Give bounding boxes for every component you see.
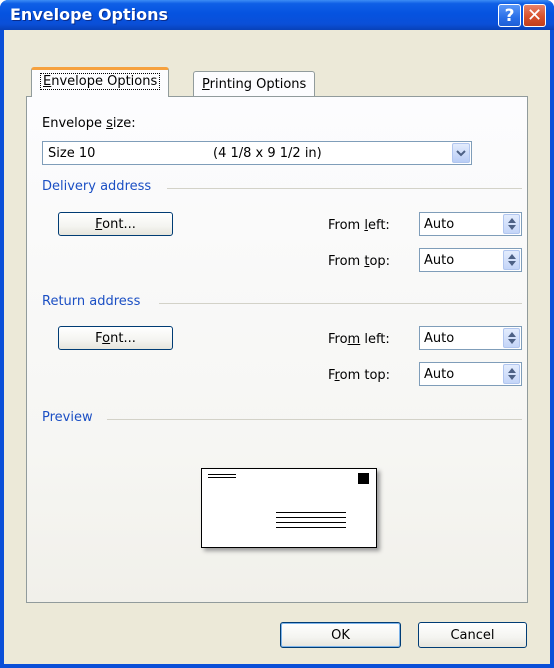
cancel-label: Cancel [450, 627, 495, 643]
spin-down-arrow-icon[interactable] [508, 339, 516, 344]
envelope-size-label: Envelope size: [42, 116, 136, 131]
dialog-window: Envelope Options ? ✕ Envelope Options Pr… [0, 0, 554, 668]
return-address-line [208, 477, 236, 478]
delivery-address-group-label: Delivery address [42, 179, 152, 194]
dialog-client-area: Envelope Options Printing Options Envelo… [4, 30, 550, 664]
spin-down-arrow-icon[interactable] [508, 375, 516, 380]
tab-printing-options[interactable]: Printing Options [193, 71, 316, 97]
spin-up-arrow-icon[interactable] [508, 368, 516, 373]
return-font-button[interactable]: Font... [58, 326, 173, 350]
return-from-left-value: Auto [424, 331, 455, 346]
spinner-arrows-icon[interactable] [503, 328, 520, 348]
tab-label-rest: nvelope Options [51, 74, 158, 89]
delivery-address-line [276, 522, 346, 523]
tab-label: Printing Options [202, 77, 307, 92]
return-from-top-label: From top: [328, 368, 391, 383]
return-from-top-value: Auto [424, 367, 455, 382]
spin-up-arrow-icon[interactable] [508, 332, 516, 337]
delivery-divider [167, 188, 522, 189]
spin-down-arrow-icon[interactable] [508, 225, 516, 230]
envelope-size-select[interactable]: Size 10 (4 1/8 x 9 1/2 in) [42, 141, 472, 165]
preview-group-label: Preview [42, 410, 93, 425]
envelope-size-description: (4 1/8 x 9 1/2 in) [213, 146, 322, 161]
delivery-from-top-label: From top: [328, 254, 391, 269]
spinner-arrows-icon[interactable] [503, 214, 520, 234]
delivery-from-left-spinner[interactable]: Auto [419, 212, 522, 236]
ok-label: OK [331, 627, 350, 643]
delivery-from-top-value: Auto [424, 253, 455, 268]
help-button[interactable]: ? [498, 4, 521, 27]
delivery-from-left-label: From left: [328, 218, 390, 233]
window-title: Envelope Options [10, 5, 169, 24]
return-from-top-spinner[interactable]: Auto [419, 362, 522, 386]
spinner-arrows-icon[interactable] [503, 250, 520, 270]
close-button[interactable]: ✕ [523, 4, 546, 27]
return-address-line [208, 474, 236, 475]
tab-envelope-options[interactable]: Envelope Options [31, 67, 170, 97]
delivery-from-top-spinner[interactable]: Auto [419, 248, 522, 272]
preview-divider [107, 419, 522, 420]
return-from-left-spinner[interactable]: Auto [419, 326, 522, 350]
return-from-left-label: From left: [328, 332, 390, 347]
cancel-button[interactable]: Cancel [418, 622, 527, 648]
help-icon: ? [504, 5, 515, 26]
delivery-address-line [276, 527, 346, 528]
delivery-address-line [276, 517, 346, 518]
return-divider [159, 303, 522, 304]
envelope-size-value: Size 10 [48, 146, 96, 161]
ok-button[interactable]: OK [280, 622, 401, 648]
spinner-arrows-icon[interactable] [503, 364, 520, 384]
delivery-address-line [276, 512, 346, 513]
spin-up-arrow-icon[interactable] [508, 218, 516, 223]
envelope-preview [201, 468, 377, 548]
spin-down-arrow-icon[interactable] [508, 261, 516, 266]
spin-up-arrow-icon[interactable] [508, 254, 516, 259]
chevron-down-icon[interactable] [452, 143, 470, 163]
delivery-from-left-value: Auto [424, 217, 455, 232]
tab-label: Envelope Options [40, 73, 161, 90]
return-address-group-label: Return address [42, 294, 141, 309]
return-font-label: Font... [95, 330, 136, 346]
tab-panel: Envelope size: Size 10 (4 1/8 x 9 1/2 in… [26, 96, 528, 603]
delivery-font-label: Font... [95, 216, 136, 232]
delivery-font-button[interactable]: Font... [58, 212, 173, 236]
title-bar[interactable]: Envelope Options ? ✕ [0, 0, 554, 30]
close-icon: ✕ [526, 5, 543, 26]
stamp-icon [358, 473, 369, 484]
